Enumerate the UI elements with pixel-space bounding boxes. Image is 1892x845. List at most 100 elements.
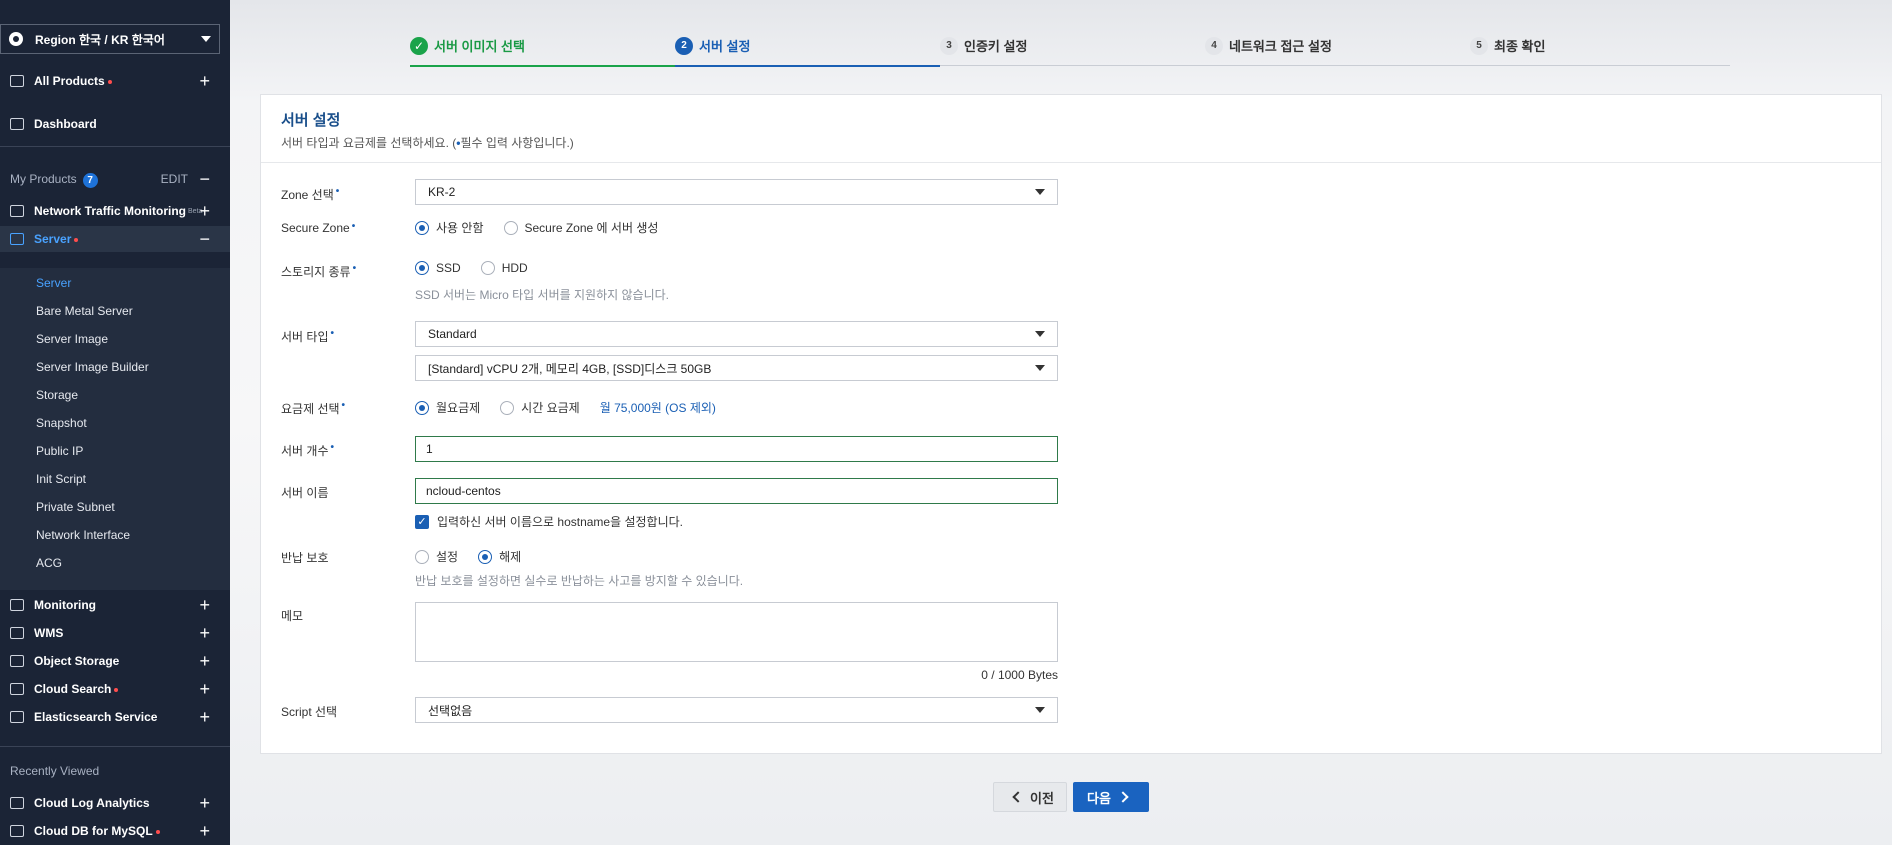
new-dot [107, 79, 112, 84]
submenu-item-snapshot[interactable]: Snapshot [36, 416, 87, 430]
step-indicator: ✓ 서버 이미지 선택 2 서버 설정 3 인증키 설정 4 네트워크 접근 설… [410, 34, 1730, 67]
chevron-down-icon [1035, 189, 1045, 195]
radio-icon [415, 220, 429, 235]
sidebar-item-wms[interactable]: WMS + [0, 620, 230, 646]
submenu-item-private-subnet[interactable]: Private Subnet [36, 500, 115, 514]
sidebar: Region 한국 / KR 한국어 All Products + Dashbo… [0, 0, 230, 845]
secure-zone-off-radio[interactable]: 사용 안함 [415, 219, 484, 236]
submenu-item-network-interface[interactable]: Network Interface [36, 528, 130, 542]
submenu-item-image-builder[interactable]: Server Image Builder [36, 360, 149, 374]
server-submenu: Server Bare Metal Server Server Image Se… [0, 268, 230, 590]
storage-hint: SSD 서버는 Micro 타입 서버를 지원하지 않습니다. [415, 288, 669, 302]
storage-hdd-radio[interactable]: HDD [480, 261, 528, 275]
sidebar-item-cloud-log[interactable]: Cloud Log Analytics + [0, 790, 230, 816]
storage-icon [10, 655, 24, 667]
sidebar-item-label: WMS [34, 626, 64, 640]
chevron-down-icon [1035, 365, 1045, 371]
minus-icon[interactable]: − [199, 170, 210, 188]
submenu-item-bare-metal[interactable]: Bare Metal Server [36, 304, 133, 318]
hostname-checkbox[interactable]: ✓ 입력하신 서버 이름으로 hostname을 설정합니다. [415, 513, 683, 530]
sidebar-item-cloud-search[interactable]: Cloud Search + [0, 676, 230, 702]
step-progress-current [675, 65, 940, 67]
server-count-input[interactable]: 1 [415, 436, 1058, 462]
step-number: 2 [675, 36, 693, 55]
search-icon [10, 683, 24, 695]
server-name-input[interactable]: ncloud-centos [415, 478, 1058, 504]
plus-icon[interactable]: + [199, 596, 210, 614]
plus-icon[interactable]: + [199, 794, 210, 812]
chevron-down-icon [1035, 331, 1045, 337]
return-protection-off-radio[interactable]: 해제 [478, 548, 521, 565]
sidebar-item-elasticsearch[interactable]: Elasticsearch Service + [0, 704, 230, 730]
step-5: 5 최종 확인 [1470, 36, 1545, 55]
check-icon: ✓ [415, 514, 429, 529]
submenu-item-public-ip[interactable]: Public IP [36, 444, 83, 458]
my-products-count-badge: 7 [82, 173, 98, 188]
radio-label: 월요금제 [436, 401, 481, 415]
radio-icon [415, 261, 429, 275]
submenu-item-acg[interactable]: ACG [36, 556, 62, 570]
region-label: Region 한국 / KR 한국어 [35, 32, 165, 47]
submenu-item-storage[interactable]: Storage [36, 388, 78, 402]
page-description: 서버 타입과 요금제를 선택하세요. (•필수 입력 사항입니다.) [281, 134, 1861, 151]
sidebar-item-all-products[interactable]: All Products + [0, 68, 230, 94]
secure-zone-on-radio[interactable]: Secure Zone 에 서버 생성 [503, 219, 658, 236]
storage-ssd-radio[interactable]: SSD [415, 261, 461, 275]
step-number: 5 [1470, 36, 1488, 55]
sidebar-item-monitoring[interactable]: Monitoring + [0, 592, 230, 618]
plus-icon[interactable]: + [199, 72, 210, 90]
sidebar-item-object-storage[interactable]: Object Storage + [0, 648, 230, 674]
log-icon [10, 797, 24, 809]
plan-radio-group: 월요금제 시간 요금제 월 75,000원 (OS 제외) [415, 399, 716, 416]
submenu-item-server-image[interactable]: Server Image [36, 332, 108, 346]
script-select[interactable]: 선택없음 [415, 697, 1058, 723]
globe-icon [9, 32, 23, 46]
zone-select[interactable]: KR-2 [415, 179, 1058, 205]
prev-button[interactable]: 이전 [993, 782, 1067, 812]
radio-icon [500, 400, 515, 415]
server-count-value: 1 [426, 442, 433, 456]
sidebar-item-label: Monitoring [34, 598, 96, 612]
memo-textarea[interactable] [415, 602, 1058, 662]
return-protection-label: 반납 보호 [281, 551, 329, 565]
sidebar-item-dashboard[interactable]: Dashboard [0, 111, 230, 137]
new-dot [155, 829, 160, 834]
plan-price: 월 75,000원 (OS 제외) [599, 401, 716, 415]
plus-icon[interactable]: + [199, 822, 210, 840]
plus-icon[interactable]: + [199, 680, 210, 698]
prev-button-label: 이전 [1030, 790, 1054, 806]
region-selector[interactable]: Region 한국 / KR 한국어 [0, 24, 220, 54]
submenu-item-init-script[interactable]: Init Script [36, 472, 86, 486]
home-icon [10, 118, 24, 130]
minus-icon[interactable]: − [199, 230, 210, 248]
new-dot [114, 687, 119, 692]
page-title: 서버 설정 [281, 112, 341, 129]
sidebar-item-label: All Products [34, 74, 105, 88]
radio-icon [415, 549, 429, 564]
plan-monthly-radio[interactable]: 월요금제 [415, 399, 480, 416]
plus-icon[interactable]: + [199, 624, 210, 642]
plan-hourly-radio[interactable]: 시간 요금제 [500, 399, 580, 416]
sidebar-item-cloud-db[interactable]: Cloud DB for MySQL + [0, 818, 230, 844]
plus-icon[interactable]: + [199, 708, 210, 726]
sidebar-item-network-traffic[interactable]: Network Traffic Monitoring Beta + [0, 198, 230, 224]
hostname-checkbox-row: ✓ 입력하신 서버 이름으로 hostname을 설정합니다. [415, 513, 703, 530]
my-products-label: My Products [10, 172, 77, 186]
next-button[interactable]: 다음 [1073, 782, 1149, 812]
step-label: 네트워크 접근 설정 [1229, 39, 1332, 54]
server-type-select[interactable]: Standard [415, 321, 1058, 347]
sidebar-item-server[interactable]: Server − [0, 226, 230, 252]
radio-label: HDD [501, 261, 528, 275]
step-label: 최종 확인 [1494, 39, 1546, 54]
submenu-item-server[interactable]: Server [36, 276, 71, 290]
edit-button[interactable]: EDIT [161, 172, 188, 186]
return-protection-on-radio[interactable]: 설정 [415, 548, 458, 565]
plus-icon[interactable]: + [199, 202, 210, 220]
server-type-value: Standard [428, 327, 477, 341]
my-products-header: My Products 7 [10, 172, 98, 188]
storage-label: 스토리지 종류 • [281, 263, 357, 279]
server-spec-select[interactable]: [Standard] vCPU 2개, 메모리 4GB, [SSD]디스크 50… [415, 355, 1058, 381]
checkbox-label: 입력하신 서버 이름으로 hostname을 설정합니다. [437, 515, 684, 529]
plus-icon[interactable]: + [199, 652, 210, 670]
chevron-left-icon [1012, 791, 1024, 803]
